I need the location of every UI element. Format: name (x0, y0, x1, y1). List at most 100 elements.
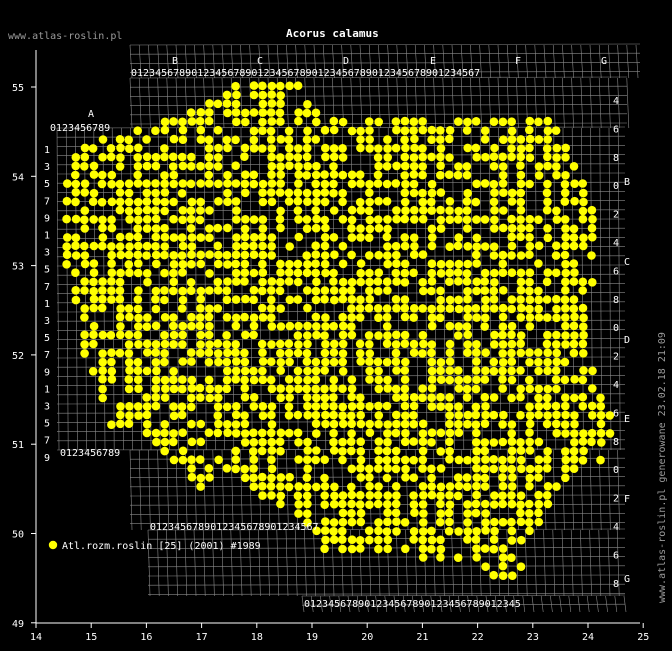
grid-row-digit-left: 9 (44, 453, 50, 464)
occurrence-dot (400, 401, 410, 411)
occurrence-dot (534, 215, 543, 224)
occurrence-dot (445, 242, 455, 251)
occurrence-dot (507, 117, 516, 126)
occurrence-dot (490, 268, 499, 278)
occurrence-dot (98, 366, 107, 376)
occurrence-dot (543, 330, 552, 340)
occurrence-dot (285, 81, 294, 91)
occurrence-dot (516, 179, 526, 189)
occurrence-dot (311, 241, 321, 250)
occurrence-dot (569, 304, 579, 314)
occurrence-dot (293, 259, 303, 269)
occurrence-dot (507, 126, 517, 136)
occurrence-dot (321, 152, 330, 162)
occurrence-dot (106, 330, 116, 340)
occurrence-dot (169, 260, 179, 269)
occurrence-dot (347, 429, 356, 438)
occurrence-dot (445, 411, 455, 420)
occurrence-dot (436, 366, 445, 376)
occurrence-dot (213, 339, 223, 348)
occurrence-dot (534, 490, 543, 500)
occurrence-dot (409, 455, 419, 465)
occurrence-dot (525, 526, 534, 536)
occurrence-dot (195, 455, 205, 464)
occurrence-dot (178, 321, 187, 331)
x-tick-label: 18 (251, 632, 263, 643)
occurrence-dot (338, 349, 348, 358)
occurrence-dot (231, 268, 241, 278)
grid-line (203, 449, 206, 531)
occurrence-dot (107, 375, 117, 384)
occurrence-dot (196, 259, 206, 269)
occurrence-dot (347, 126, 357, 136)
occurrence-dot (89, 259, 99, 268)
occurrence-dot (293, 188, 303, 197)
occurrence-dot (329, 321, 339, 331)
grid-row-digit-right: 4 (613, 96, 619, 107)
occurrence-dot (498, 179, 508, 188)
grid-line (313, 529, 316, 597)
occurrence-dot (151, 393, 160, 402)
occurrence-dot (373, 153, 383, 162)
occurrence-dot (587, 205, 597, 215)
occurrence-dot (543, 447, 552, 456)
occurrence-dot (587, 401, 597, 411)
occurrence-dot (249, 447, 258, 456)
occurrence-dot (169, 330, 179, 340)
occurrence-dot (320, 384, 329, 394)
occurrence-dot (542, 339, 552, 349)
occurrence-dot (499, 410, 508, 420)
occurrence-dot (240, 464, 249, 474)
grid-line (221, 529, 224, 597)
occurrence-dot (355, 304, 365, 313)
occurrence-dot (392, 330, 401, 340)
occurrence-dot (436, 482, 446, 492)
occurrence-dot (142, 215, 152, 224)
occurrence-dot (276, 99, 285, 108)
occurrence-dot (142, 197, 152, 206)
grid-line (531, 595, 535, 613)
occurrence-dot (382, 401, 392, 411)
occurrence-dot (356, 143, 365, 153)
occurrence-dot (383, 464, 392, 473)
occurrence-dot (525, 375, 534, 385)
occurrence-dot (552, 170, 561, 180)
occurrence-dot (284, 411, 294, 420)
occurrence-dot (391, 446, 401, 456)
occurrence-dot (400, 303, 410, 313)
grid-row-digit-right: 0 (613, 181, 619, 192)
occurrence-dot (320, 491, 330, 500)
occurrence-dot (276, 482, 285, 491)
occurrence-dot (534, 437, 544, 447)
occurrence-dot (391, 428, 401, 438)
grid-line (405, 529, 408, 597)
occurrence-dot (125, 232, 134, 242)
occurrence-dot (241, 215, 250, 224)
grid-line (543, 529, 546, 597)
occurrence-dot (213, 241, 223, 251)
occurrence-dot (187, 384, 197, 393)
occurrence-dot (436, 295, 445, 305)
occurrence-dot (472, 340, 481, 349)
occurrence-dot (107, 277, 116, 286)
occurrence-dot (543, 197, 552, 207)
occurrence-dot (507, 339, 517, 349)
occurrence-dot (401, 411, 410, 421)
occurrence-dot (391, 482, 401, 491)
grid-line (212, 529, 215, 597)
occurrence-dot (160, 357, 169, 367)
occurrence-dot (472, 242, 482, 251)
occurrence-dot (472, 553, 482, 562)
occurrence-dot (507, 251, 516, 260)
occurrence-dot (347, 277, 357, 287)
occurrence-dot (570, 419, 579, 429)
occurrence-dot (445, 259, 455, 269)
occurrence-dot (391, 499, 401, 509)
grid-line (552, 529, 556, 597)
occurrence-dot (516, 232, 525, 242)
occurrence-dot (196, 108, 206, 117)
occurrence-dot (525, 473, 535, 483)
occurrence-dot (98, 286, 107, 295)
occurrence-dot (258, 472, 267, 482)
occurrence-dot (400, 278, 410, 287)
